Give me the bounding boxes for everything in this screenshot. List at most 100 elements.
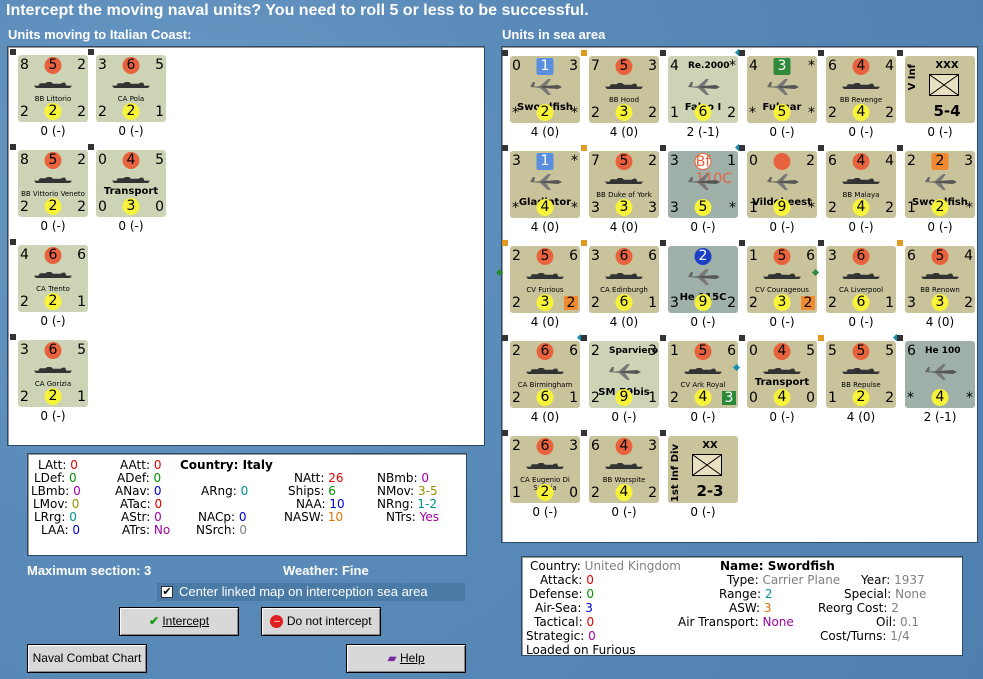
unit-counter[interactable]: 43*Fulmar*5* — [747, 56, 817, 123]
center-map-checkbox-row[interactable]: ✔ Center linked map on interception sea … — [157, 583, 465, 601]
unit-counter[interactable]: 4Re.2000*Falco I162 — [668, 56, 738, 123]
unit-counter[interactable]: V Inf XXX 5-4 — [905, 56, 975, 123]
unit-counter-slot[interactable]: 0 4 5 Transport 0 4 0 0 (-) — [732, 335, 817, 425]
unit-counter[interactable]: 31*Gladiator*4* — [510, 151, 580, 218]
unit-counter[interactable]: 4 6 6 CA Trento 2 2 1 — [18, 245, 88, 312]
unit-counter-slot[interactable]: 013Swordfish*2*4 (0) — [500, 50, 580, 140]
unit-counter[interactable]: 0 4 5 Transport 0 4 0 — [747, 341, 817, 408]
bottom-right-value: 1 — [885, 295, 894, 311]
unit-counter-slot[interactable]: 02Vildebeest19*0 (-) — [737, 145, 817, 235]
unit-counter-slot[interactable]: 7 5 2 BB Duke of York 3 3 3 4 (0) — [579, 145, 659, 235]
unit-counter[interactable]: 6 5 4 BB Renown 3 3 2 — [905, 246, 975, 313]
unit-counter-slot[interactable]: 3 6 6 CA Edinburgh 2 6 1 4 (0) — [579, 240, 659, 330]
bottom-left-value: 3 — [670, 295, 679, 311]
unit-counter-slot[interactable]: 8 5 2 BB Littorio 2 2 2 0 (-) — [8, 49, 88, 139]
nacp-label: NACp: — [198, 510, 236, 524]
unit-counter[interactable]: 6 He 100 * 4 * — [905, 341, 975, 408]
unit-counter-slot[interactable]: 3 Bf 110C 1 3 5 * 0 (-) — [658, 143, 743, 235]
top-right-value: 5 — [77, 342, 86, 358]
unit-counter[interactable]: 1st Inf Div XX 2-3 — [668, 436, 738, 503]
unit-counter-slot[interactable]: 5 5 5 BB Repulse 1 2 2 4 (0) — [816, 333, 901, 425]
unit-counter-slot[interactable]: 3 6 CA Liverpool 2 6 1 0 (-) — [811, 240, 896, 330]
nsrch-value: 0 — [239, 523, 247, 537]
unit-counter[interactable]: 263CA Eugenio Di Savoia120 — [510, 436, 580, 503]
unit-counter-slot[interactable]: 0 4 5 Transport 0 3 0 0 (-) — [86, 144, 166, 234]
sea-area-units-panel[interactable]: 013Swordfish*2*4 (0)753BB Hood2324 (0)4R… — [495, 46, 978, 543]
max-section-label: Maximum section: 3 — [27, 563, 152, 578]
unit-counter[interactable]: 5 5 5 BB Repulse 1 2 2 — [826, 341, 896, 408]
bottom-left-value: 1 — [670, 105, 679, 121]
unit-counter-slot[interactable]: 6 4 4 BB Revenge 2 4 2 0 (-) — [816, 50, 896, 140]
info-reorg-value: 2 — [891, 601, 899, 615]
top-center-value: 4 — [852, 153, 870, 170]
unit-counter[interactable]: 3 6 CA Liverpool 2 6 1 — [826, 246, 896, 313]
unit-counter[interactable]: 6 4 4 BB Revenge 2 4 2 — [826, 56, 896, 123]
unit-name: BB Vittorio Veneto — [21, 190, 85, 198]
moving-units-panel[interactable]: 8 5 2 BB Littorio 2 2 2 0 (-) 3 6 5 CA Pola 2 2 1 0 (-)… — [7, 46, 485, 446]
naval-combat-chart-label: Naval Combat Chart — [32, 651, 142, 665]
unit-counter-slot[interactable]: 31*Gladiator*4*4 (0) — [500, 145, 580, 235]
unit-counter-slot[interactable]: 2 5 6 CV Furious 2 3 2 4 (0) — [495, 240, 580, 330]
unit-counter-slot[interactable]: 6 4 3 BB Warspite 2 4 2 0 (-) — [579, 430, 659, 520]
unit-counter[interactable]: 1 5 6 CV Courageous 2 3 2 — [747, 246, 817, 313]
top-right-value: 3 — [569, 438, 578, 454]
center-map-checkbox[interactable]: ✔ — [161, 586, 173, 598]
unit-counter[interactable]: 3 Bf 110C 1 3 5 * — [668, 151, 738, 218]
bottom-right-value: 2 — [964, 295, 973, 311]
unit-counter-slot[interactable]: 2 6 6 CA Birmingham 2 6 1 4 (0) — [500, 333, 585, 425]
unit-counter-slot[interactable]: 6 4 4 BB Malaya 2 4 2 0 (-) — [816, 145, 896, 235]
unit-counter[interactable]: 2 6 6 CA Birmingham 2 6 1 — [510, 341, 580, 408]
unit-counter-slot[interactable]: 4 6 6 CA Trento 2 2 1 0 (-) — [8, 239, 88, 329]
unit-counter[interactable]: 2 5 6 CV Furious 2 3 2 — [510, 246, 580, 313]
unit-counter-slot[interactable]: 223Swordfish12*0 (-) — [895, 145, 975, 235]
unit-counter-slot[interactable]: 2 He 115C 3 9 2 0 (-) — [658, 240, 738, 330]
info-loaded-on: Loaded on Furious — [526, 643, 636, 657]
ship-silhouette-icon — [526, 273, 564, 279]
top-center-value: 5 — [44, 57, 62, 74]
unit-counter-slot[interactable]: 7 5 3 BB Hood 2 3 2 4 (0) — [579, 50, 659, 140]
intercept-button[interactable]: ✔ Intercept — [119, 607, 239, 636]
do-not-intercept-button[interactable]: – Do not intercept — [261, 607, 381, 636]
unit-counter[interactable]: 6 4 3 BB Warspite 2 4 2 — [589, 436, 659, 503]
unit-counter[interactable]: 2 He 115C 3 9 2 — [668, 246, 738, 313]
unit-counter[interactable]: 7 5 3 BB Hood 2 3 2 — [589, 56, 659, 123]
bottom-right-value: * — [571, 200, 578, 216]
unit-counter[interactable]: 2Sparviero3SM.79bis291 — [589, 341, 659, 408]
unit-counter[interactable]: 3 6 5 CA Gorizia 2 2 1 — [18, 340, 88, 407]
bottom-right-value: * — [729, 200, 736, 216]
unit-counter[interactable]: 6 4 4 BB Malaya 2 4 2 — [826, 151, 896, 218]
unit-counter-slot[interactable]: 1st Inf Div XX 2-3 0 (-) — [658, 430, 738, 520]
aatt-value: 0 — [153, 458, 162, 472]
unit-counter[interactable]: 3 6 6 CA Edinburgh 2 6 1 — [589, 246, 659, 313]
unit-counter[interactable]: 8 5 2 BB Littorio 2 2 2 — [18, 55, 88, 122]
unit-counter[interactable]: 0 4 5 Transport 0 3 0 — [96, 150, 166, 217]
unit-counter-slot[interactable]: V Inf XXX 5-4 0 (-) — [895, 50, 975, 140]
unit-counter-slot[interactable]: 8 5 2 BB Vittorio Veneto 2 2 2 0 (-) — [8, 144, 88, 234]
unit-counter[interactable]: 013Swordfish*2* — [510, 56, 580, 123]
unit-counter-slot[interactable]: 3 6 5 CA Gorizia 2 2 1 0 (-) — [8, 334, 88, 424]
bottom-right-value: 2 — [727, 105, 736, 121]
top-right-value: 6 — [648, 248, 657, 264]
unit-counter[interactable]: 3 6 5 CA Pola 2 2 1 — [96, 55, 166, 122]
unit-counter[interactable]: 8 5 2 BB Vittorio Veneto 2 2 2 — [18, 150, 88, 217]
unit-counter-slot[interactable]: 2Sparviero3SM.79bis291 0 (-) — [579, 335, 659, 425]
unit-counter[interactable]: 223Swordfish12* — [905, 151, 975, 218]
help-button[interactable]: ▰ Help — [346, 644, 466, 673]
unit-counter-slot[interactable]: 43*Fulmar*5*0 (-) — [737, 50, 817, 140]
bottom-right-value: 2 — [648, 105, 657, 121]
unit-counter-slot[interactable]: 4Re.2000*Falco I1622 (-1) — [658, 48, 743, 140]
unit-counter-slot[interactable]: 6 He 100 * 4 * 2 (-1) — [895, 335, 975, 425]
bottom-center-value: 4 — [615, 484, 633, 501]
unit-counter[interactable]: 7 5 2 BB Duke of York 3 3 3 — [589, 151, 659, 218]
unit-counter-slot[interactable]: 1 5 6 CV Courageous 2 3 2 0 (-) — [737, 240, 817, 330]
naval-combat-chart-button[interactable]: Naval Combat Chart — [27, 644, 147, 673]
unit-counter-slot[interactable]: 1 5 6 CV Ark Royal 2 4 3 0 (-) — [658, 335, 738, 425]
attack-value: 2 — [512, 343, 521, 359]
lbmb-value: 0 — [73, 484, 81, 498]
unit-counter-slot[interactable]: 3 6 5 CA Pola 2 2 1 0 (-) — [86, 49, 166, 139]
unit-counter[interactable]: 02Vildebeest19* — [747, 151, 817, 218]
unit-counter[interactable]: 1 5 6 CV Ark Royal 2 4 3 — [668, 341, 738, 408]
unit-counter-slot[interactable]: 6 5 4 BB Renown 3 3 2 4 (0) — [895, 240, 975, 330]
unit-counter-slot[interactable]: 263CA Eugenio Di Savoia120 0 (-) — [500, 430, 580, 520]
unit-name: CV Furious — [526, 286, 564, 294]
